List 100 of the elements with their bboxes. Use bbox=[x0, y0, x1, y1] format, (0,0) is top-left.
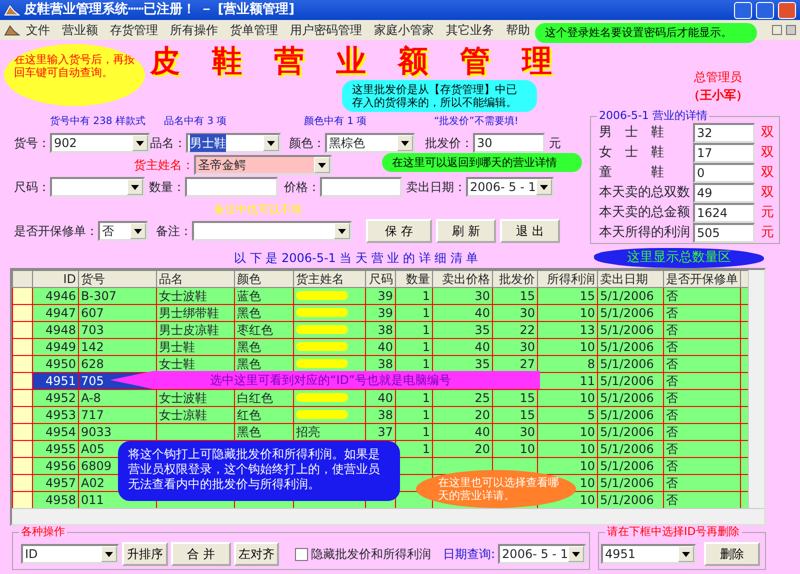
table-cell: 女士波鞋 bbox=[156, 390, 234, 406]
menu-item[interactable]: 家庭小管家 bbox=[368, 20, 440, 40]
operation-button[interactable]: 升排序 bbox=[122, 542, 168, 566]
menu-item[interactable]: 其它业务 bbox=[440, 20, 500, 40]
menu-item[interactable]: 用户密码管理 bbox=[284, 20, 368, 40]
column-header[interactable]: 是否开保修单 bbox=[664, 270, 740, 288]
delete-button[interactable]: 删除 bbox=[704, 542, 760, 566]
table-cell: 30 bbox=[432, 288, 492, 304]
table-row[interactable]: 4948 703 男士皮凉鞋 枣红色 38 1 35 22 13 5/1/2006 否 bbox=[12, 322, 754, 338]
table-cell: 25 bbox=[432, 390, 492, 406]
summary-field[interactable]: 49 bbox=[693, 183, 755, 203]
table-cell: 9033 bbox=[78, 424, 156, 440]
column-header[interactable]: 批发价 bbox=[492, 270, 538, 288]
table-cell: 黑色 bbox=[234, 338, 294, 356]
owner-combo[interactable]: 圣帝金鳄 bbox=[194, 155, 332, 175]
summary-field[interactable]: 17 bbox=[693, 143, 755, 163]
table-row[interactable]: 4953 717 女士凉鞋 红色 38 1 20 15 5 5/1/2006 否 bbox=[12, 406, 754, 424]
quantity-field[interactable] bbox=[185, 177, 278, 197]
sort-field-combo[interactable]: ID bbox=[21, 544, 119, 564]
table-cell: 否 bbox=[664, 458, 740, 474]
item-number-combo[interactable]: 902 bbox=[50, 133, 150, 153]
table-row[interactable]: 4949 142 男士鞋 黑色 40 1 40 30 10 5/1/2006 否 bbox=[12, 338, 754, 356]
menu-item[interactable]: 货单管理 bbox=[224, 20, 284, 40]
app-icon bbox=[4, 3, 20, 17]
hide-cost-checkbox[interactable] bbox=[295, 548, 308, 560]
vertical-scrollbar[interactable] bbox=[748, 270, 764, 508]
summary-field[interactable]: 1624 bbox=[693, 203, 755, 223]
delete-id-combo[interactable]: 4951 bbox=[601, 544, 696, 564]
column-header[interactable]: 数量 bbox=[396, 270, 432, 288]
menu-item[interactable]: 存货管理 bbox=[104, 20, 164, 40]
wholesale-price-field[interactable]: 30 bbox=[473, 133, 545, 153]
close-button[interactable] bbox=[778, 2, 796, 18]
summary-field[interactable]: 0 bbox=[693, 163, 755, 183]
warranty-combo[interactable]: 否 bbox=[98, 221, 148, 241]
unit-label: 双 bbox=[761, 124, 774, 142]
owner-label: 货主姓名： bbox=[134, 157, 194, 174]
column-header[interactable]: 货主姓名 bbox=[294, 270, 366, 288]
table-row[interactable]: 4946 B-307 女士波鞋 蓝色 39 1 30 15 15 5/1/2006 否 bbox=[12, 288, 754, 304]
table-cell: 白红色 bbox=[234, 390, 294, 406]
column-header[interactable]: 货号 bbox=[78, 270, 156, 288]
table-cell: 4951 bbox=[32, 372, 78, 390]
restore-button[interactable] bbox=[756, 2, 774, 18]
field-label: 批发价： bbox=[425, 135, 473, 152]
table-cell: 男士绑带鞋 bbox=[156, 304, 234, 322]
column-header[interactable]: ID bbox=[32, 270, 78, 288]
price-field[interactable] bbox=[320, 177, 402, 197]
field-label: 备注： bbox=[156, 223, 192, 240]
summary-field[interactable]: 505 bbox=[693, 223, 755, 243]
table-cell: 35 bbox=[432, 322, 492, 338]
menu-item[interactable]: 文件 bbox=[20, 20, 56, 40]
table-cell: B-307 bbox=[78, 288, 156, 304]
form-button[interactable]: 刷 新 bbox=[436, 219, 496, 243]
table-cell: 5/1/2006 bbox=[598, 474, 664, 492]
unit-label: 双 bbox=[761, 184, 774, 202]
date-query-combo[interactable]: 2006- 5 - 1 bbox=[498, 544, 586, 564]
summary-field[interactable]: 32 bbox=[693, 123, 755, 143]
table-cell: 否 bbox=[664, 440, 740, 458]
sale-date-combo[interactable]: 2006- 5 - 1 bbox=[466, 177, 554, 197]
menu-item[interactable]: 所有操作 bbox=[164, 20, 224, 40]
table-cell: 4948 bbox=[32, 322, 78, 338]
restore-icon[interactable] bbox=[772, 25, 782, 35]
field-label: 尺码： bbox=[14, 179, 50, 196]
column-header[interactable]: 卖出日期 bbox=[598, 270, 664, 288]
table-cell: 5/1/2006 bbox=[598, 440, 664, 458]
form-button[interactable]: 退 出 bbox=[500, 219, 560, 243]
callout: 这里批发价是从【存货管理】中已存入的货得来的，所以不能编辑。 bbox=[342, 80, 537, 112]
field-label: 卖出日期： bbox=[406, 179, 466, 196]
table-cell: 39 bbox=[366, 288, 396, 304]
table-cell: 5 bbox=[538, 406, 598, 424]
field-label: 数量： bbox=[149, 179, 185, 196]
operation-button[interactable]: 左对齐 bbox=[234, 542, 279, 566]
list-title: 以 下 是 2006-5-1 当 天 营 业 的 详 细 清 单 bbox=[234, 250, 478, 267]
column-header[interactable]: 所得利润 bbox=[538, 270, 598, 288]
table-cell: 15 bbox=[492, 288, 538, 304]
column-header[interactable]: 品名 bbox=[156, 270, 234, 288]
column-header[interactable]: 尺码 bbox=[366, 270, 396, 288]
minimize-button[interactable] bbox=[734, 2, 752, 18]
table-row[interactable]: 4952 A-8 女士波鞋 白红色 40 1 25 15 10 5/1/2006 否 bbox=[12, 390, 754, 406]
table-cell: 黑色 bbox=[234, 304, 294, 322]
menu-item[interactable]: 帮助 bbox=[500, 20, 536, 40]
column-header[interactable]: 颜色 bbox=[234, 270, 294, 288]
table-row[interactable]: 4947 607 男士绑带鞋 黑色 39 1 40 30 10 5/1/2006 否 bbox=[12, 304, 754, 322]
checkbox-label: 隐藏批发价和所得利润 bbox=[311, 546, 431, 563]
color-combo[interactable]: 黑棕色 bbox=[325, 133, 415, 153]
menu-item[interactable]: 营业额 bbox=[56, 20, 104, 40]
close-icon[interactable] bbox=[786, 25, 796, 35]
horizontal-scrollbar[interactable] bbox=[12, 508, 764, 524]
table-cell: 15 bbox=[538, 288, 598, 304]
callout: 这个登录姓名要设置密码后才能显示。 bbox=[535, 23, 757, 43]
info-text: 品名中有 3 项 bbox=[164, 116, 227, 127]
table-cell: 否 bbox=[664, 322, 740, 338]
operation-button[interactable]: 合 并 bbox=[171, 542, 231, 566]
column-header[interactable]: 卖出价格 bbox=[432, 270, 492, 288]
table-cell: 1 bbox=[396, 304, 432, 322]
table-cell: 5/1/2006 bbox=[598, 424, 664, 440]
table-cell: 4955 bbox=[32, 440, 78, 458]
table-cell: 男士鞋 bbox=[156, 338, 234, 356]
product-combo[interactable]: 男士鞋 bbox=[186, 133, 281, 153]
form-button[interactable]: 保 存 bbox=[366, 219, 432, 243]
table-row[interactable]: 4954 9033 黑色 招亮 37 1 40 30 10 5/1/2006 否 bbox=[12, 424, 754, 440]
